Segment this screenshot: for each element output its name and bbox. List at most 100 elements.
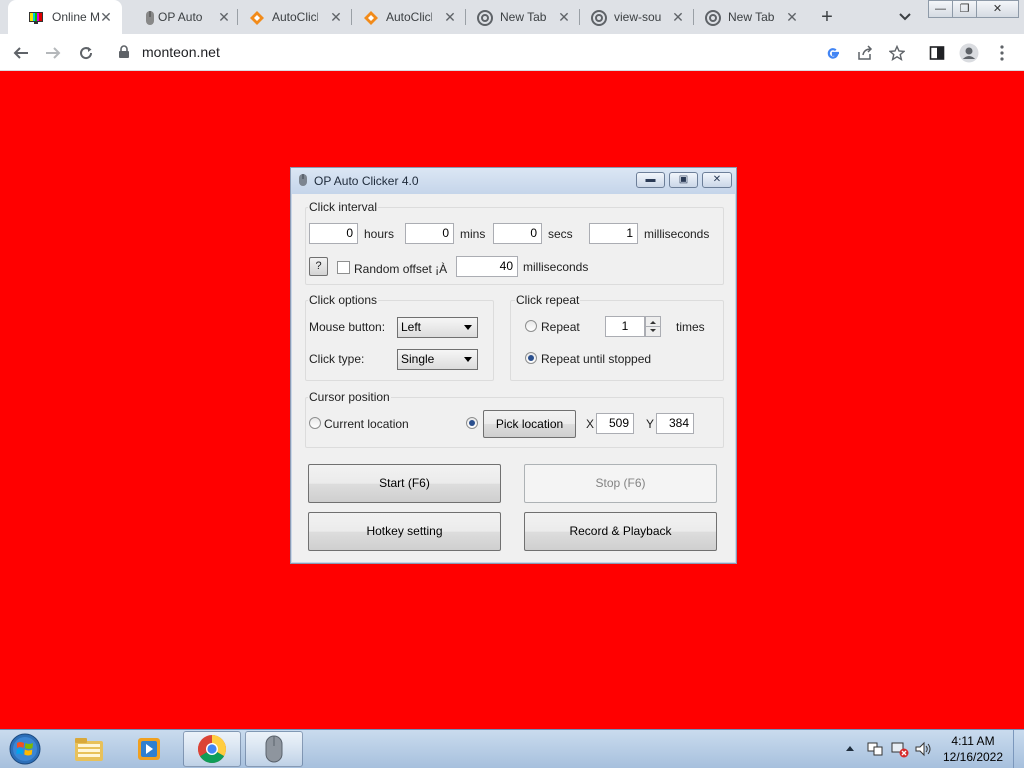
share-button[interactable] xyxy=(854,42,876,64)
hotkey-setting-button[interactable]: Hotkey setting xyxy=(308,512,501,551)
dropdown-arrow-icon xyxy=(464,357,472,362)
close-tab-icon[interactable]: ✕ xyxy=(670,9,686,25)
tab-new-tab-1[interactable]: New Tab ✕ xyxy=(465,0,579,34)
click-repeat-group xyxy=(510,300,724,381)
window-minimize-button[interactable]: — xyxy=(928,0,953,18)
click-type-value: Single xyxy=(401,352,435,366)
reload-button[interactable] xyxy=(73,40,99,66)
times-label: times xyxy=(676,320,705,334)
repeat-count-input[interactable]: 1 xyxy=(605,316,645,337)
browser-toolbar: monteon.net xyxy=(0,34,1024,71)
close-tab-icon[interactable]: ✕ xyxy=(328,9,344,25)
dialog-minimize-button[interactable]: ▬ xyxy=(636,172,665,188)
close-tab-icon[interactable]: ✕ xyxy=(784,9,800,25)
address-bar[interactable]: monteon.net xyxy=(110,38,920,66)
start-button[interactable] xyxy=(5,731,45,767)
forward-button[interactable] xyxy=(40,40,66,66)
secs-input[interactable]: 0 xyxy=(493,223,542,244)
reload-icon xyxy=(80,47,93,60)
windows-orb-icon xyxy=(9,733,41,765)
arrow-left-icon xyxy=(13,47,28,59)
back-button[interactable] xyxy=(8,40,34,66)
chevron-down-icon[interactable] xyxy=(893,6,917,28)
secs-label: secs xyxy=(548,227,573,241)
url-text: monteon.net xyxy=(142,44,220,60)
monitor-icon xyxy=(29,12,43,24)
taskbar-chrome[interactable] xyxy=(183,731,241,767)
window-close-button[interactable]: ✕ xyxy=(976,0,1019,18)
random-offset-input[interactable]: 40 xyxy=(456,256,518,277)
google-lens-button[interactable] xyxy=(822,42,844,64)
start-button[interactable]: Start (F6) xyxy=(308,464,501,503)
tab-autoclick-1[interactable]: AutoClick ✕ xyxy=(237,0,351,34)
close-tab-icon[interactable]: ✕ xyxy=(442,9,458,25)
x-coordinate-input[interactable]: 509 xyxy=(596,413,634,434)
kebab-menu-icon xyxy=(1000,45,1004,61)
spinner-arrows-icon xyxy=(646,321,660,332)
show-desktop-button[interactable] xyxy=(1013,730,1024,768)
dialog-title-bar[interactable]: OP Auto Clicker 4.0 ▬ ▣ ✕ xyxy=(291,168,736,194)
mouse-icon xyxy=(299,174,307,186)
profile-button[interactable] xyxy=(958,42,980,64)
hours-input[interactable]: 0 xyxy=(309,223,358,244)
action-center-flag-icon[interactable] xyxy=(866,740,884,758)
chrome-icon xyxy=(477,10,493,26)
mins-input[interactable]: 0 xyxy=(405,223,454,244)
taskbar-media-player[interactable] xyxy=(121,731,179,767)
arrow-right-icon xyxy=(46,47,61,59)
chrome-icon xyxy=(705,10,721,26)
tab-autoclick-2[interactable]: AutoClick ✕ xyxy=(351,0,465,34)
chrome-icon xyxy=(198,735,226,763)
y-coordinate-input[interactable]: 384 xyxy=(656,413,694,434)
help-button[interactable]: ? xyxy=(309,257,328,276)
pick-location-button[interactable]: Pick location xyxy=(483,410,576,438)
system-clock[interactable]: 4:11 AM 12/16/2022 xyxy=(937,733,1009,765)
record-playback-button[interactable]: Record & Playback xyxy=(524,512,717,551)
explorer-icon xyxy=(75,738,103,761)
close-tab-icon[interactable]: ✕ xyxy=(216,9,232,25)
current-location-radio[interactable] xyxy=(309,417,321,429)
repeat-count-spinner[interactable] xyxy=(645,316,661,337)
tab-strip: Online M ✕ OP Auto ✕ AutoClick ✕ AutoCli… xyxy=(0,0,1024,34)
random-offset-checkbox[interactable] xyxy=(337,261,350,274)
bookmark-button[interactable] xyxy=(886,42,908,64)
tab-view-source[interactable]: view-sou ✕ xyxy=(579,0,693,34)
tab-online-m[interactable]: Online M ✕ xyxy=(8,0,122,34)
repeat-until-stopped-radio[interactable] xyxy=(525,352,537,364)
show-hidden-icons-arrow-icon[interactable] xyxy=(845,744,855,752)
mouse-icon xyxy=(265,735,283,763)
menu-button[interactable] xyxy=(991,42,1013,64)
random-offset-label: Random offset ¡À xyxy=(354,262,448,276)
volume-icon[interactable] xyxy=(914,740,932,758)
random-offset-unit-label: milliseconds xyxy=(523,260,589,274)
minimize-icon: ▬ xyxy=(645,174,656,185)
media-player-icon xyxy=(138,738,160,760)
star-icon xyxy=(889,45,905,61)
chrome-icon xyxy=(591,10,607,26)
close-tab-icon[interactable]: ✕ xyxy=(556,9,572,25)
pick-location-radio[interactable] xyxy=(466,417,478,429)
side-panel-button[interactable] xyxy=(926,42,948,64)
mouse-button-select[interactable]: Left xyxy=(397,317,478,338)
milliseconds-input[interactable]: 1 xyxy=(589,223,638,244)
repeat-radio[interactable] xyxy=(525,320,537,332)
x-label: X xyxy=(586,417,595,431)
lock-icon xyxy=(119,45,129,58)
mouse-button-value: Left xyxy=(401,320,422,334)
dialog-maximize-button[interactable]: ▣ xyxy=(669,172,698,188)
tab-op-auto[interactable]: OP Auto ✕ xyxy=(122,0,236,34)
dialog-close-button[interactable]: ✕ xyxy=(702,172,732,188)
window-restore-button[interactable]: ❐ xyxy=(952,0,977,18)
repeat-until-stopped-label: Repeat until stopped xyxy=(541,352,652,366)
network-disconnected-icon[interactable] xyxy=(891,740,909,758)
tab-new-tab-2[interactable]: New Tab ✕ xyxy=(693,0,807,34)
stop-button[interactable]: Stop (F6) xyxy=(524,464,717,503)
click-type-select[interactable]: Single xyxy=(397,349,478,370)
taskbar-explorer[interactable] xyxy=(60,731,118,767)
taskbar-op-auto-clicker[interactable] xyxy=(245,731,303,767)
op-auto-clicker-window: OP Auto Clicker 4.0 ▬ ▣ ✕ Click interval… xyxy=(290,167,737,564)
new-tab-button[interactable]: + xyxy=(814,4,840,30)
avatar-icon xyxy=(959,43,979,63)
click-type-label: Click type: xyxy=(309,352,365,366)
close-tab-icon[interactable]: ✕ xyxy=(98,9,114,25)
